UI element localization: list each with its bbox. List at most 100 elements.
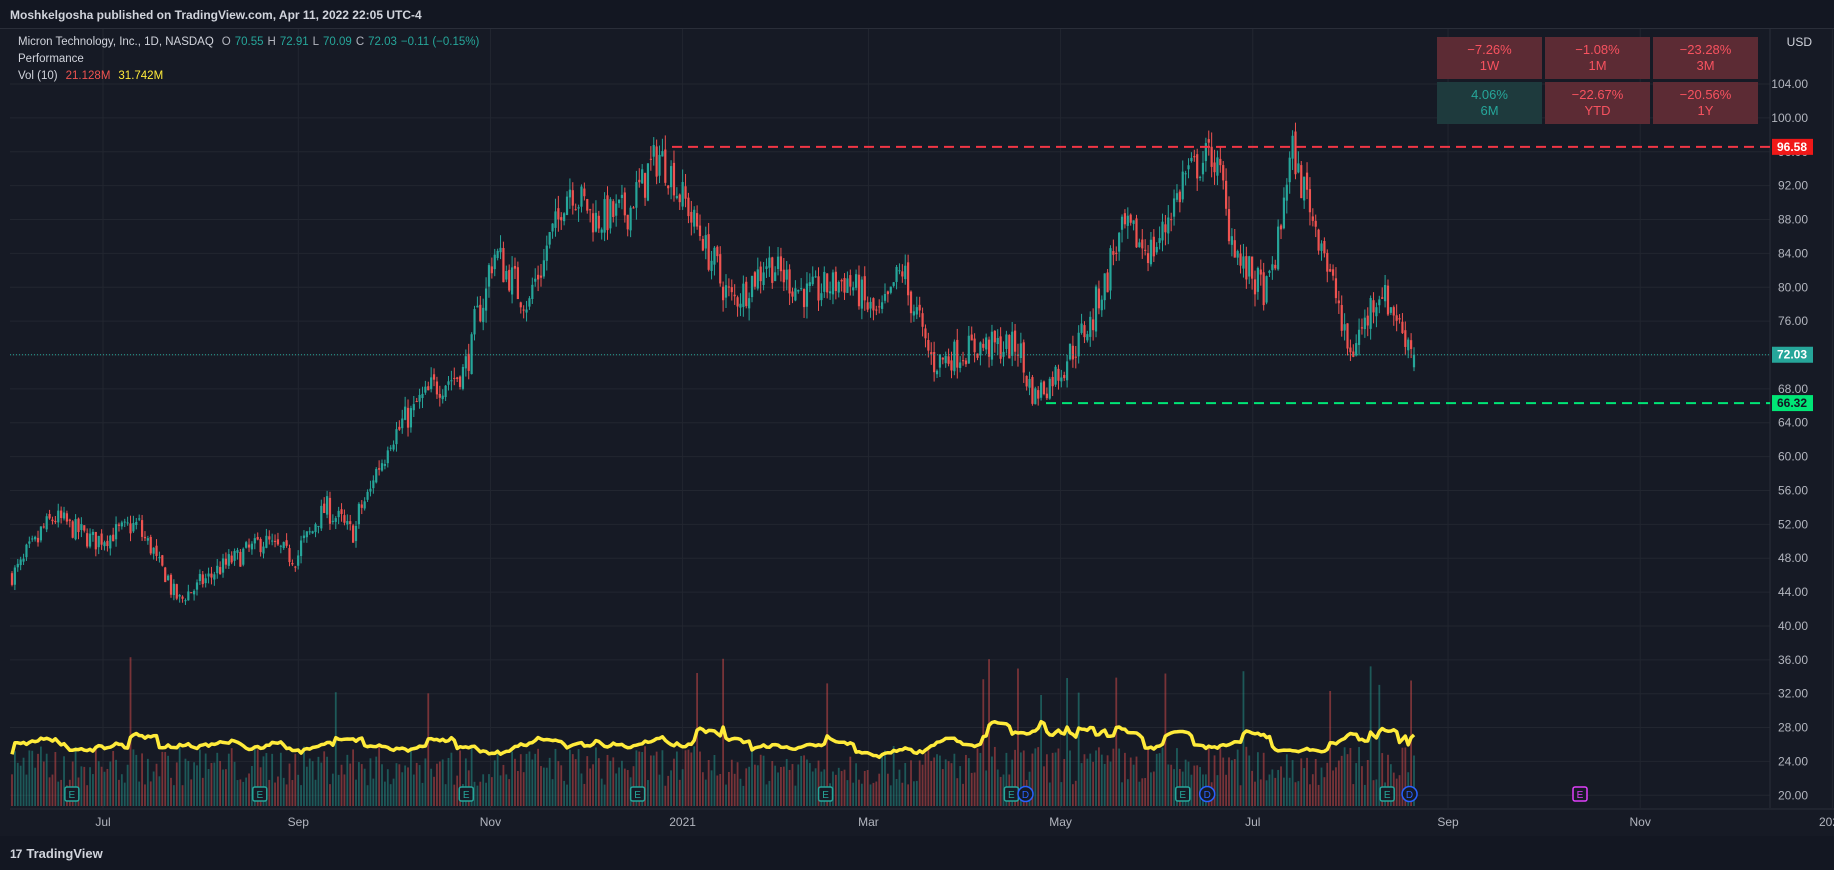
- volume-ma-value: 31.742M: [118, 70, 164, 82]
- volume-bar: [355, 779, 357, 806]
- candle-body: [383, 463, 387, 466]
- volume-bar: [447, 757, 450, 806]
- volume-bar: [742, 785, 745, 806]
- price-chart[interactable]: JulSepNov2021MarMayJulSepNov2022MarMayJu…: [0, 0, 1834, 870]
- candle-body: [496, 250, 499, 259]
- volume-bar: [499, 775, 502, 806]
- candle-body: [1305, 172, 1309, 190]
- x-tick-label: Jul: [1245, 815, 1260, 829]
- volume-bar: [42, 761, 45, 806]
- tradingview-logo-icon: 17: [10, 846, 22, 861]
- candle-body: [872, 298, 875, 311]
- candle-body: [36, 537, 40, 543]
- symbol-label[interactable]: Micron Technology, Inc., 1D, NASDAQ: [18, 34, 214, 51]
- volume-bar: [884, 750, 886, 806]
- volume-bar: [1332, 770, 1334, 806]
- volume-bar: [592, 764, 594, 806]
- volume-bar: [690, 752, 693, 806]
- candle-body: [985, 337, 988, 350]
- candle-body: [961, 360, 965, 362]
- candle-body: [1340, 305, 1343, 331]
- tradingview-brand[interactable]: 17 TradingView: [10, 846, 103, 861]
- volume-bar: [453, 784, 456, 806]
- candle-body: [1392, 307, 1395, 316]
- volume-bar: [730, 759, 733, 806]
- volume-bar: [667, 775, 670, 806]
- volume-bar: [1170, 764, 1173, 806]
- candle-body: [1372, 300, 1375, 313]
- volume-bar: [279, 752, 282, 806]
- candle-body: [1100, 299, 1103, 311]
- candle-body: [1022, 342, 1025, 373]
- candle-body: [146, 538, 149, 541]
- volume-bar: [797, 764, 800, 806]
- candle-body: [956, 339, 959, 368]
- volume-label[interactable]: Vol (10): [18, 68, 58, 85]
- candle-body: [1285, 184, 1288, 201]
- candle-body: [1268, 270, 1271, 273]
- volume-bar: [889, 785, 892, 806]
- candle-body: [635, 182, 638, 208]
- candle-body: [886, 291, 889, 295]
- candle-body: [1282, 197, 1286, 229]
- volume-bar: [589, 768, 592, 806]
- volume-bar: [878, 773, 881, 806]
- volume-bar: [626, 770, 629, 806]
- volume-bar: [719, 773, 722, 806]
- volume-bar: [45, 753, 48, 806]
- volume-bar: [1274, 777, 1277, 806]
- y-tick-label: 68.00: [1778, 382, 1808, 396]
- candle-body: [143, 536, 147, 539]
- candle-body: [1138, 242, 1141, 248]
- volume-bar: [736, 762, 739, 806]
- candle-body: [1343, 324, 1346, 331]
- candle-body: [661, 151, 664, 157]
- candle-body: [10, 573, 14, 585]
- candle-body: [432, 374, 436, 380]
- volume-bar: [300, 785, 302, 806]
- volume-bar: [155, 763, 158, 806]
- candle-body: [1412, 354, 1416, 368]
- chart-legend: Micron Technology, Inc., 1D, NASDAQ O 70.…: [18, 34, 479, 85]
- performance-label[interactable]: Performance: [18, 51, 84, 68]
- volume-bar: [1196, 765, 1199, 806]
- volume-bar: [1248, 755, 1251, 806]
- volume-bar: [837, 767, 840, 806]
- volume-bar: [210, 762, 213, 806]
- volume-bar: [1280, 766, 1282, 806]
- candle-body: [453, 377, 456, 379]
- volume-bar: [834, 774, 837, 806]
- volume-bar: [369, 758, 372, 806]
- candle-body: [259, 538, 262, 553]
- volume-bar: [1228, 757, 1230, 806]
- candle-body: [612, 201, 615, 218]
- volume-bar: [138, 781, 141, 806]
- volume-bar: [444, 784, 447, 806]
- candle-body: [352, 525, 355, 543]
- y-tick-label: 48.00: [1778, 551, 1808, 565]
- candle-body: [349, 521, 352, 525]
- y-tick-label: 100.00: [1771, 111, 1808, 125]
- last-price-tag: 72.03: [1777, 348, 1807, 362]
- volume-bar: [436, 763, 438, 806]
- candle-body: [1196, 154, 1199, 179]
- candle-body: [704, 235, 707, 249]
- volume-bar: [1138, 781, 1141, 806]
- candle-body: [1352, 351, 1355, 357]
- candle-body: [1039, 382, 1043, 398]
- volume-bar: [649, 755, 652, 806]
- volume-bar: [1118, 748, 1121, 806]
- volume-bar: [560, 765, 563, 806]
- candle-body: [357, 503, 360, 525]
- volume-bar: [1265, 780, 1268, 806]
- candle-body: [62, 512, 66, 519]
- candle-body: [22, 558, 25, 562]
- candle-body: [1357, 329, 1361, 345]
- volume-bar: [167, 755, 169, 806]
- candle-body: [583, 188, 586, 197]
- volume-bar: [1363, 784, 1366, 806]
- candle-body: [1019, 343, 1022, 359]
- candle-body: [918, 304, 921, 311]
- volume-bar: [918, 760, 921, 806]
- candle-body: [1363, 317, 1366, 330]
